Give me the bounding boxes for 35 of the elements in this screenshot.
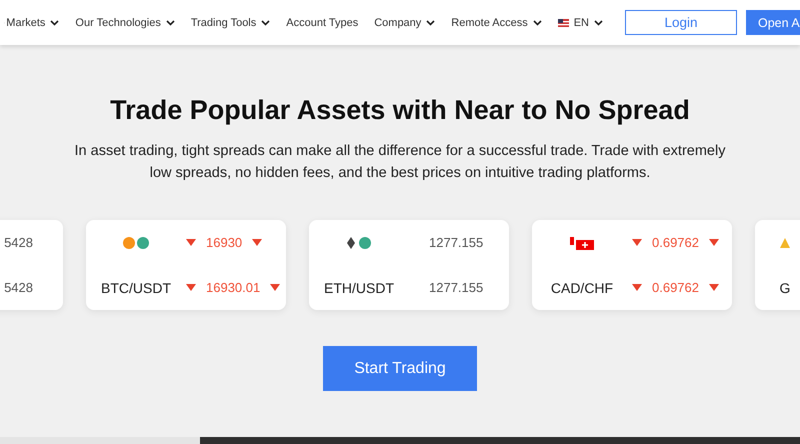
coin-pair-icon (123, 236, 149, 248)
coin-pair-icon (347, 236, 371, 248)
price: 5428 (4, 280, 33, 295)
language-selector[interactable]: EN (558, 16, 603, 28)
chevron-down-icon (594, 20, 603, 26)
ticker-card[interactable]: G (755, 220, 800, 310)
ticker-card[interactable]: 0.69762 CAD/CHF 0.69762 (532, 220, 732, 310)
flag-icon (558, 18, 569, 26)
pair-name: CAD/CHF (550, 280, 614, 296)
price: 5428 (4, 235, 33, 250)
nav-link[interactable]: Trading Tools (190, 16, 270, 28)
pair-name: ETH/USDT (324, 280, 394, 296)
nav-link[interactable]: Company (374, 16, 436, 28)
nav-link[interactable]: Account Types (286, 16, 358, 28)
ticker-card[interactable]: 1277.155 ETH/USDT 1277.155 (309, 220, 509, 310)
nav-link[interactable]: Markets (6, 16, 60, 28)
pair-name: BTC/USDT (101, 280, 171, 296)
price: 1277.155 (429, 280, 484, 295)
ingot-icon (780, 238, 790, 248)
flag-pair-icon (570, 236, 594, 250)
open-account-button[interactable]: Open A (746, 10, 800, 35)
price: 1277.155 (429, 235, 484, 250)
nav-link[interactable]: Our Technologies (75, 16, 175, 28)
hero-description: In asset trading, tight spreads can make all the difference for a successful trade. Trade with extremely low spreads, no hidden fees, and the best prices on intuitive trading platforms. (74, 142, 726, 183)
hero-title: Trade Popular Assets with Near to No Spread (110, 95, 690, 126)
price: 16930.01 (206, 280, 260, 295)
ticker-card[interactable]: 5428 5428 (0, 220, 63, 310)
start-trading-button[interactable]: Start Trading (323, 346, 477, 391)
price: 16930 (206, 235, 242, 250)
pair-name: G (780, 280, 790, 296)
price: 0.69762 (652, 235, 699, 250)
nav-link[interactable]: Remote Access (451, 16, 542, 28)
ticker-card[interactable]: 16930 BTC/USDT 16930.01 (86, 220, 286, 310)
login-button[interactable]: Login (625, 10, 737, 35)
price: 0.69762 (652, 280, 699, 295)
